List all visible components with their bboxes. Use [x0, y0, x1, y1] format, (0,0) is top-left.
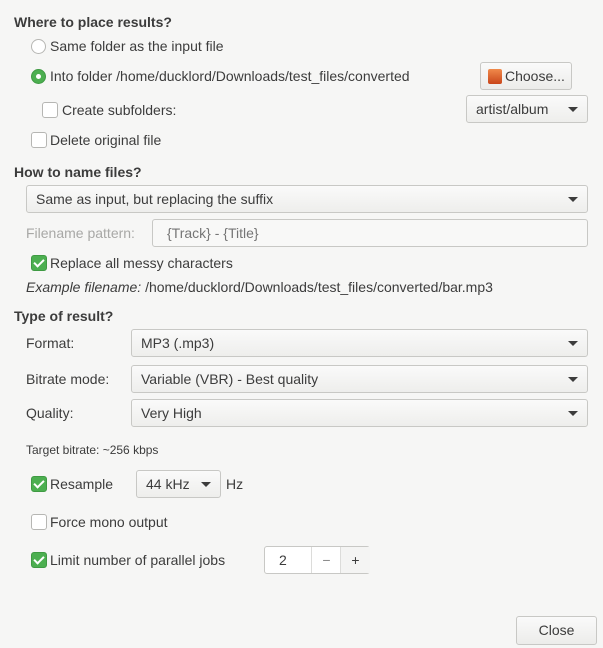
- checkbox-icon: [42, 102, 58, 118]
- quality-dropdown[interactable]: Very High: [131, 399, 588, 427]
- chevron-down-icon: [568, 341, 578, 346]
- folder-icon: [488, 69, 502, 84]
- bitrate-mode-dropdown[interactable]: Variable (VBR) - Best quality: [131, 365, 588, 393]
- hz-label: Hz: [226, 476, 244, 492]
- format-label: Format:: [26, 335, 75, 351]
- resample-label: Resample: [50, 476, 114, 492]
- same-folder-label: Same folder as the input file: [50, 38, 224, 54]
- example-value: /home/ducklord/Downloads/test_files/conv…: [145, 279, 493, 295]
- example-filename: Example filename: /home/ducklord/Downloa…: [26, 279, 493, 295]
- format-dropdown[interactable]: MP3 (.mp3): [131, 329, 588, 357]
- chevron-down-icon: [568, 411, 578, 416]
- quality-label: Quality:: [26, 405, 74, 421]
- increment-button[interactable]: +: [340, 547, 370, 573]
- checkbox-checked-icon: [31, 552, 47, 568]
- chevron-down-icon: [201, 482, 211, 487]
- create-subfolders-label: Create subfolders:: [62, 102, 177, 118]
- choose-folder-button[interactable]: Choose...: [480, 62, 572, 90]
- naming-heading: How to name files?: [14, 164, 142, 180]
- chevron-down-icon: [568, 377, 578, 382]
- chevron-down-icon: [568, 197, 578, 202]
- filename-pattern-input[interactable]: [152, 219, 588, 247]
- limit-jobs-label: Limit number of parallel jobs: [50, 552, 226, 568]
- format-value: MP3 (.mp3): [141, 335, 215, 351]
- bitrate-mode-value: Variable (VBR) - Best quality: [141, 371, 319, 387]
- decrement-button[interactable]: −: [311, 547, 341, 573]
- subfolder-pattern-value: artist/album: [476, 101, 549, 117]
- result-heading: Type of result?: [14, 308, 114, 324]
- chevron-down-icon: [568, 107, 578, 112]
- quality-value: Very High: [141, 405, 202, 421]
- jobs-value[interactable]: 2: [279, 547, 287, 573]
- naming-mode-value: Same as input, but replacing the suffix: [36, 191, 274, 207]
- filename-pattern-label: Filename pattern:: [26, 225, 135, 241]
- placement-heading: Where to place results?: [14, 14, 172, 30]
- jobs-spinbutton: 2 − +: [264, 546, 370, 574]
- subfolder-pattern-dropdown[interactable]: artist/album: [466, 95, 588, 123]
- checkbox-icon: [31, 514, 47, 530]
- checkbox-checked-icon: [31, 255, 47, 271]
- into-folder-label: Into folder /home/ducklord/Downloads/tes…: [50, 68, 410, 84]
- naming-mode-dropdown[interactable]: Same as input, but replacing the suffix: [26, 185, 588, 213]
- bitrate-mode-label: Bitrate mode:: [26, 371, 110, 387]
- checkbox-icon: [31, 132, 47, 148]
- target-bitrate: Target bitrate: ~256 kbps: [26, 443, 159, 457]
- checkbox-checked-icon: [31, 476, 47, 492]
- choose-label: Choose...: [505, 68, 565, 84]
- close-button[interactable]: Close: [516, 616, 597, 645]
- force-mono-label: Force mono output: [50, 514, 168, 530]
- delete-original-label: Delete original file: [50, 132, 162, 148]
- resample-rate-dropdown[interactable]: 44 kHz: [136, 470, 221, 498]
- replace-messy-label: Replace all messy characters: [50, 255, 233, 271]
- resample-rate-value: 44 kHz: [146, 476, 190, 492]
- radio-selected-icon: [31, 69, 46, 84]
- radio-icon: [31, 39, 46, 54]
- example-label: Example filename:: [26, 279, 142, 295]
